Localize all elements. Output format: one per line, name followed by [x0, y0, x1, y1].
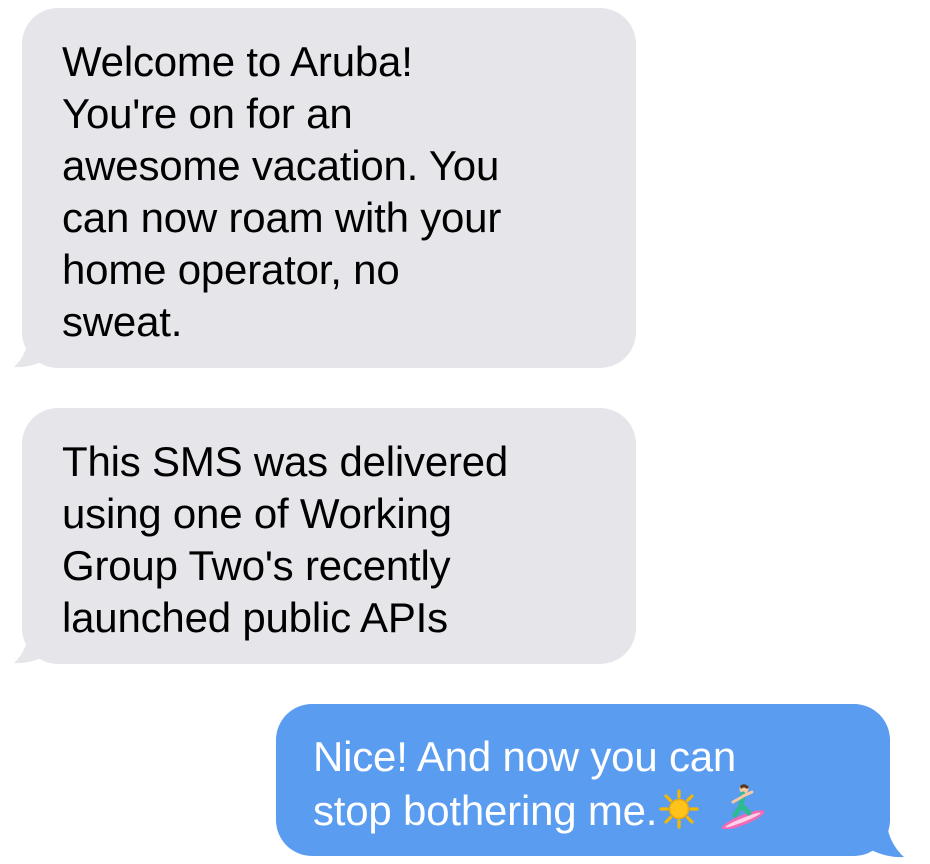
message-text-line: home operator, no: [62, 246, 400, 293]
message-text-line: can now roam with your: [62, 194, 502, 241]
surfer-emoji-icon: [721, 784, 765, 829]
message-text-line: launched public APIs: [62, 594, 448, 641]
message-text-line: Welcome to Aruba!: [62, 38, 413, 85]
message-text-line: Nice! And now you can: [313, 733, 737, 780]
message-bubble-incoming[interactable]: Welcome to Aruba! You're on for an aweso…: [22, 8, 636, 368]
message-text-line: stop bothering me.: [313, 783, 860, 837]
message-bubble-outgoing[interactable]: Nice! And now you can stop bothering me.: [276, 704, 890, 856]
message-text-line: using one of Working: [62, 490, 452, 537]
sun-emoji-icon: [659, 789, 699, 829]
message-text-line: This SMS was delivered: [62, 438, 509, 485]
message-text-line: Group Two's recently: [62, 542, 451, 589]
message-text-line: sweat.: [62, 298, 183, 345]
message-bubble-incoming[interactable]: This SMS was delivered using one of Work…: [22, 408, 636, 664]
message-text-line: awesome vacation. You: [62, 142, 500, 189]
message-text: stop bothering me.: [313, 787, 658, 834]
message-text-line: You're on for an: [62, 90, 353, 137]
